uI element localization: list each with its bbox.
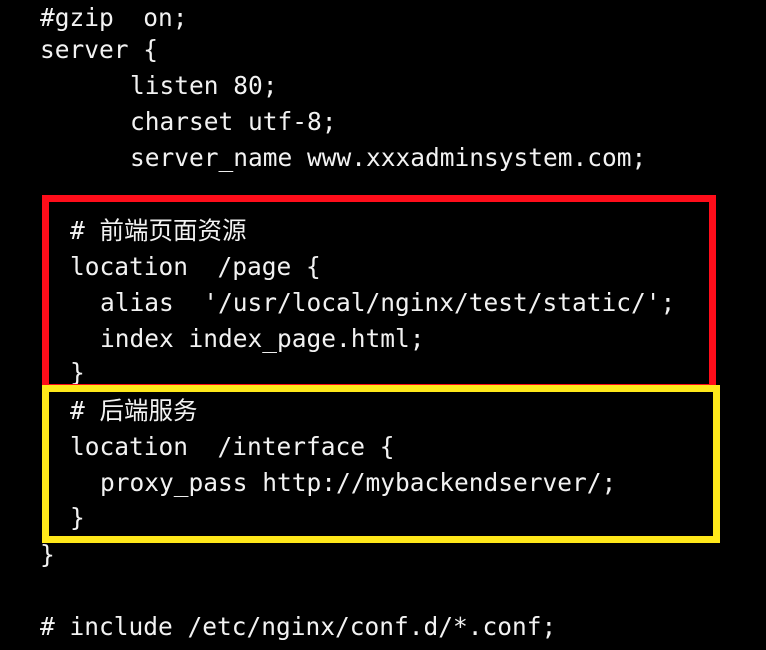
code-line-server-close: } <box>40 540 55 569</box>
code-line-server-name: server_name www.xxxadminsystem.com; <box>130 143 647 172</box>
code-line-index: index index_page.html; <box>100 324 425 353</box>
code-comment-backend: # 后端服务 <box>70 396 198 425</box>
code-line-location-page-close: } <box>70 358 85 387</box>
code-comment-frontend: # 前端页面资源 <box>70 216 247 245</box>
code-line-listen: listen 80; <box>130 71 278 100</box>
code-line-location-interface-close: } <box>70 503 85 532</box>
code-line-server-open: server { <box>40 35 159 64</box>
code-line-alias: alias '/usr/local/nginx/test/static/'; <box>100 288 676 317</box>
code-line-include: # include /etc/nginx/conf.d/*.conf; <box>40 612 557 641</box>
code-editor[interactable]: #gzip on; server { listen 80; charset ut… <box>0 0 766 650</box>
code-line-gzip: #gzip on; <box>40 3 188 32</box>
code-line-proxy-pass: proxy_pass http://mybackendserver/; <box>100 468 617 497</box>
code-line-charset: charset utf-8; <box>130 107 337 136</box>
code-line-location-interface: location /interface { <box>70 432 395 461</box>
code-line-location-page: location /page { <box>70 252 321 281</box>
